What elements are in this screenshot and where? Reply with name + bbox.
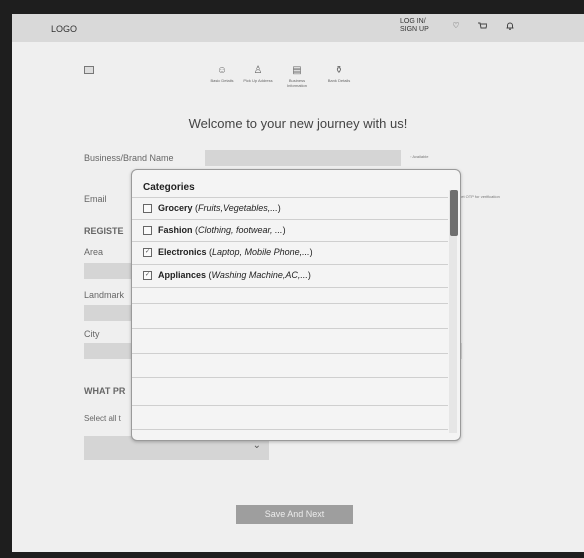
step-business-information[interactable]: ▤ Business Information bbox=[282, 64, 312, 88]
category-name: Electronics bbox=[158, 247, 207, 257]
select-all-label: Select all t bbox=[84, 414, 121, 423]
city-label: City bbox=[84, 329, 100, 339]
people-icon: ☺ bbox=[216, 65, 228, 76]
category-item-fashion[interactable]: Fashion (Clothing, footwear, ...) bbox=[132, 219, 448, 241]
category-item-grocery[interactable]: Grocery (Fruits,Vegetables,...) bbox=[132, 197, 448, 219]
bell-icon[interactable] bbox=[505, 21, 515, 31]
list-divider bbox=[132, 377, 448, 378]
list-divider bbox=[132, 303, 448, 304]
cart-icon[interactable] bbox=[477, 21, 488, 31]
category-item-electronics[interactable]: ✓ Electronics (Laptop, Mobile Phone,...) bbox=[132, 241, 448, 263]
category-item-appliances[interactable]: ✓ Appliances (Washing Machine,AC,...) bbox=[132, 264, 448, 286]
login-line-2: SIGN UP bbox=[400, 26, 429, 33]
person-icon: ♙ bbox=[253, 65, 263, 76]
category-name: Fashion bbox=[158, 225, 193, 235]
category-text: Electronics (Laptop, Mobile Phone,...) bbox=[158, 247, 313, 257]
bank-icon: ⚱ bbox=[334, 65, 344, 76]
category-name: Grocery bbox=[158, 203, 193, 213]
welcome-heading: Welcome to your new journey with us! bbox=[188, 116, 408, 131]
city-input[interactable] bbox=[84, 343, 134, 359]
step-label: Basic Details bbox=[210, 78, 234, 83]
document-icon: ▤ bbox=[292, 65, 302, 76]
checkbox[interactable] bbox=[143, 226, 152, 235]
area-input[interactable] bbox=[84, 263, 134, 279]
category-name: Appliances bbox=[158, 270, 207, 280]
scrollbar-thumb[interactable] bbox=[450, 190, 458, 236]
list-divider bbox=[132, 353, 448, 354]
category-examples: Washing Machine,AC,... bbox=[211, 270, 308, 280]
category-text: Grocery (Fruits,Vegetables,...) bbox=[158, 203, 281, 213]
area-label: Area bbox=[84, 247, 104, 257]
otp-hint: get OTP for verification bbox=[459, 194, 500, 199]
step-label: Bank Details bbox=[327, 78, 351, 83]
step-pickup-address[interactable]: ♙ Pick Up Address bbox=[243, 64, 273, 83]
categories-dropdown[interactable]: Categories Grocery (Fruits,Vegetables,..… bbox=[131, 169, 461, 441]
email-label: Email bbox=[84, 194, 107, 204]
chevron-down-icon: ⌄ bbox=[252, 440, 261, 451]
heart-icon[interactable]: ♡ bbox=[451, 21, 461, 31]
list-divider bbox=[132, 287, 448, 288]
register-section-heading: REGISTE bbox=[84, 226, 124, 236]
login-line-1: LOG IN/ bbox=[400, 18, 426, 25]
checkbox[interactable] bbox=[143, 204, 152, 213]
logo[interactable]: LOGO bbox=[51, 24, 77, 34]
login-signup-link[interactable]: LOG IN/ SIGN UP bbox=[400, 18, 440, 34]
step-label: Business Information bbox=[286, 78, 307, 88]
availability-status: ◦ Available bbox=[410, 154, 429, 159]
category-text: Appliances (Washing Machine,AC,...) bbox=[158, 270, 311, 280]
landmark-input[interactable] bbox=[84, 305, 134, 321]
progress-steps: ☺ Basic Details ♙ Pick Up Address ▤ Busi… bbox=[12, 64, 584, 98]
top-header: LOGO LOG IN/ SIGN UP ♡ bbox=[12, 14, 584, 42]
step-bank-details[interactable]: ⚱ Bank Details bbox=[324, 64, 354, 83]
list-divider bbox=[132, 328, 448, 329]
category-examples: Laptop, Mobile Phone,... bbox=[212, 247, 310, 257]
business-name-label: Business/Brand Name bbox=[84, 153, 174, 163]
list-divider bbox=[132, 429, 448, 430]
category-examples: Fruits,Vegetables,... bbox=[198, 203, 278, 213]
availability-text: Available bbox=[412, 154, 429, 159]
registration-page: LOGO LOG IN/ SIGN UP ♡ ☺ Basic Details ♙… bbox=[12, 14, 584, 552]
category-text: Fashion (Clothing, footwear, ...) bbox=[158, 225, 286, 235]
landmark-label: Landmark bbox=[84, 290, 125, 300]
business-name-input[interactable] bbox=[205, 150, 401, 166]
category-examples: Clothing, footwear, ... bbox=[198, 225, 283, 235]
categories-title: Categories bbox=[143, 182, 195, 193]
step-label: Pick Up Address bbox=[243, 78, 273, 83]
list-divider bbox=[132, 405, 448, 406]
save-and-next-button[interactable]: Save And Next bbox=[236, 505, 353, 524]
checkbox-checked[interactable]: ✓ bbox=[143, 248, 152, 257]
what-products-heading: WHAT PR bbox=[84, 386, 126, 396]
step-basic-details[interactable]: ☺ Basic Details bbox=[207, 64, 237, 83]
checkbox-checked[interactable]: ✓ bbox=[143, 271, 152, 280]
